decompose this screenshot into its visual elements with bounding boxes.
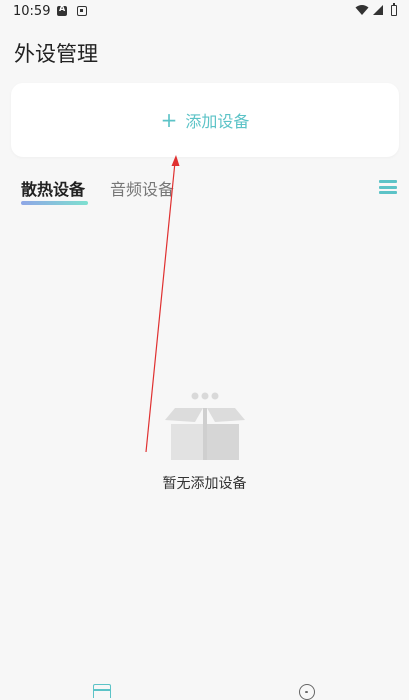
annotation-arrow <box>145 155 180 453</box>
nav-profile-icon[interactable] <box>299 684 315 700</box>
nav-devices-icon[interactable] <box>93 684 111 698</box>
bottom-nav <box>0 676 409 700</box>
